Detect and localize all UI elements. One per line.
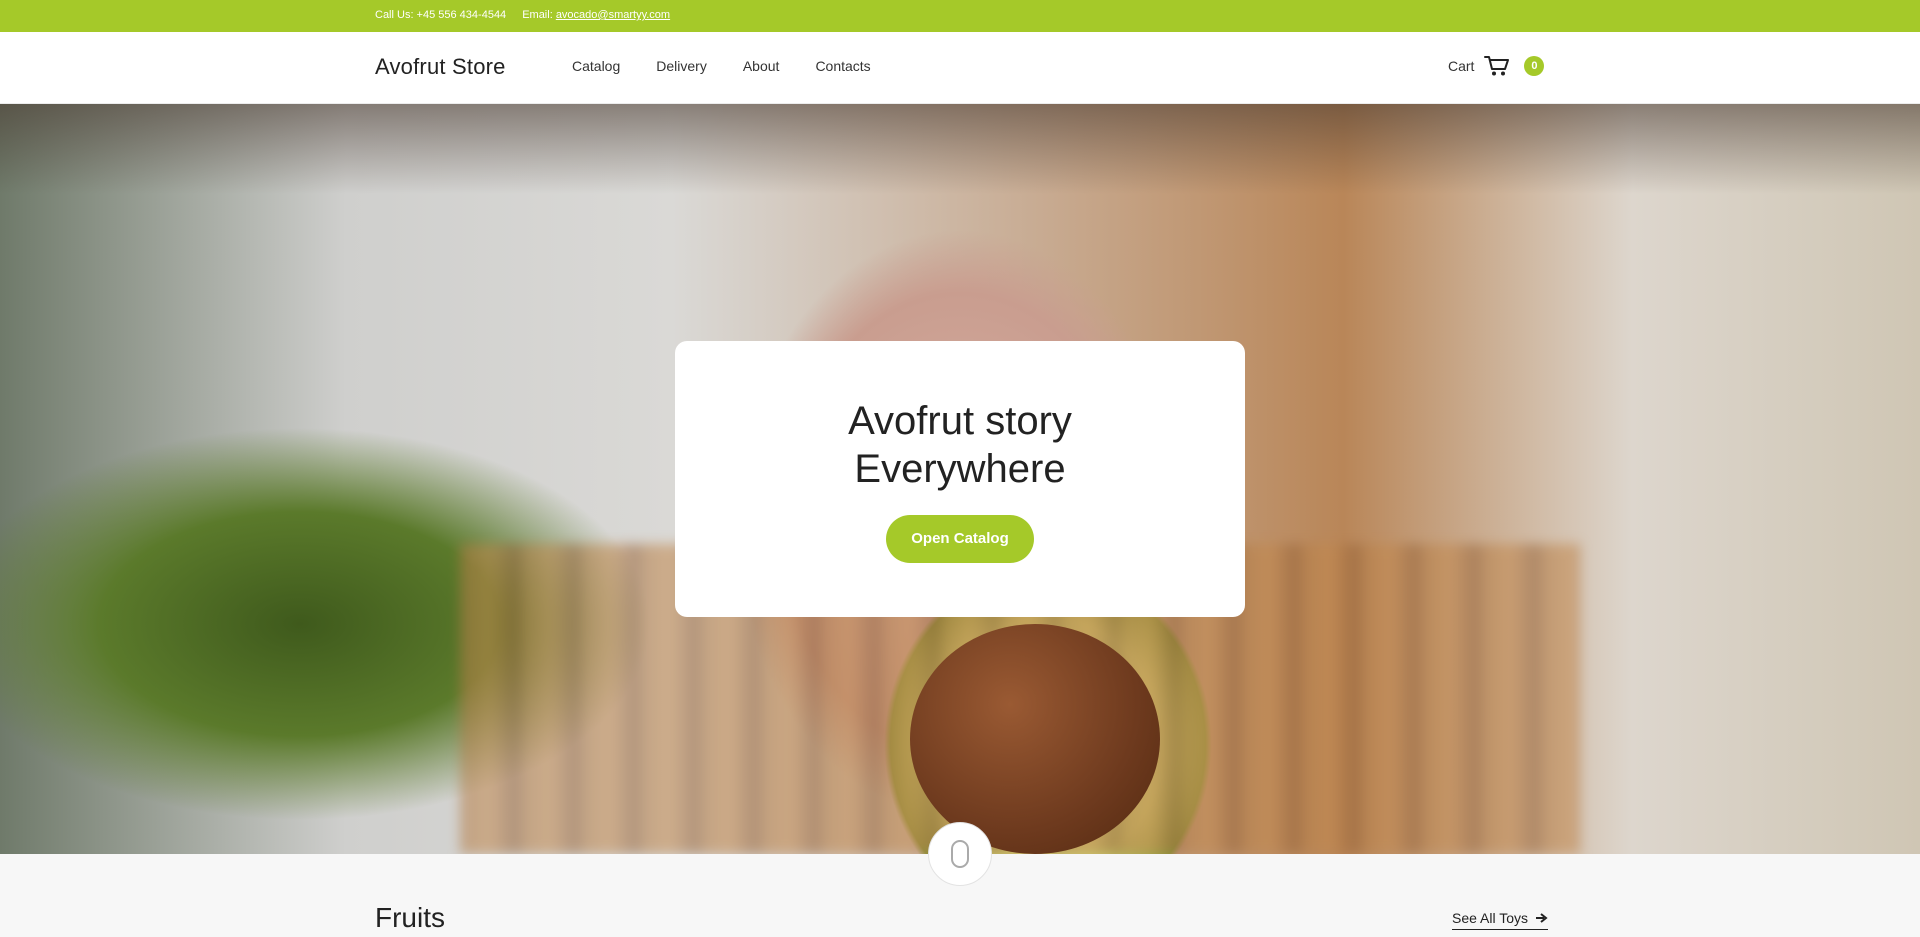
see-all-label: See All Toys	[1452, 910, 1529, 926]
email-block: Email: avocado@smartyy.com	[522, 9, 670, 21]
nav-catalog[interactable]: Catalog	[572, 58, 620, 74]
top-bar: Call Us: +45 556 434-4544 Email: avocado…	[0, 0, 1920, 32]
open-catalog-button[interactable]: Open Catalog	[886, 515, 1034, 563]
cart-label: Cart	[1448, 58, 1475, 74]
hero-avocado-pit	[910, 624, 1160, 854]
nav-contacts[interactable]: Contacts	[815, 58, 870, 74]
hero-title-line2: Everywhere	[854, 447, 1066, 491]
hero-card: Avofrut story Everywhere Open Catalog	[675, 341, 1245, 617]
phone-text: Call Us: +45 556 434-4544	[375, 9, 507, 21]
site-logo[interactable]: Avofrut Store	[375, 54, 506, 80]
mouse-scroll-icon	[951, 840, 969, 868]
hero-title: Avofrut story Everywhere	[675, 397, 1245, 493]
arrow-right-icon	[1536, 913, 1548, 923]
hero-title-line1: Avofrut story	[848, 399, 1072, 443]
main-nav: Catalog Delivery About Contacts	[572, 58, 871, 74]
site-header: Avofrut Store Catalog Delivery About Con…	[0, 32, 1920, 104]
email-link[interactable]: avocado@smartyy.com	[556, 9, 670, 21]
email-label: Email:	[522, 9, 553, 21]
section-title-fruits: Fruits	[375, 902, 445, 933]
cart-count-badge: 0	[1524, 56, 1545, 76]
nav-about[interactable]: About	[743, 58, 780, 74]
see-all-link[interactable]: See All Toys	[1452, 910, 1549, 930]
hero-shade	[0, 104, 1920, 194]
scroll-down-button[interactable]	[928, 822, 992, 886]
cart-icon	[1484, 56, 1510, 76]
cart-button[interactable]: Cart 0	[1448, 55, 1545, 77]
nav-delivery[interactable]: Delivery	[656, 58, 707, 74]
